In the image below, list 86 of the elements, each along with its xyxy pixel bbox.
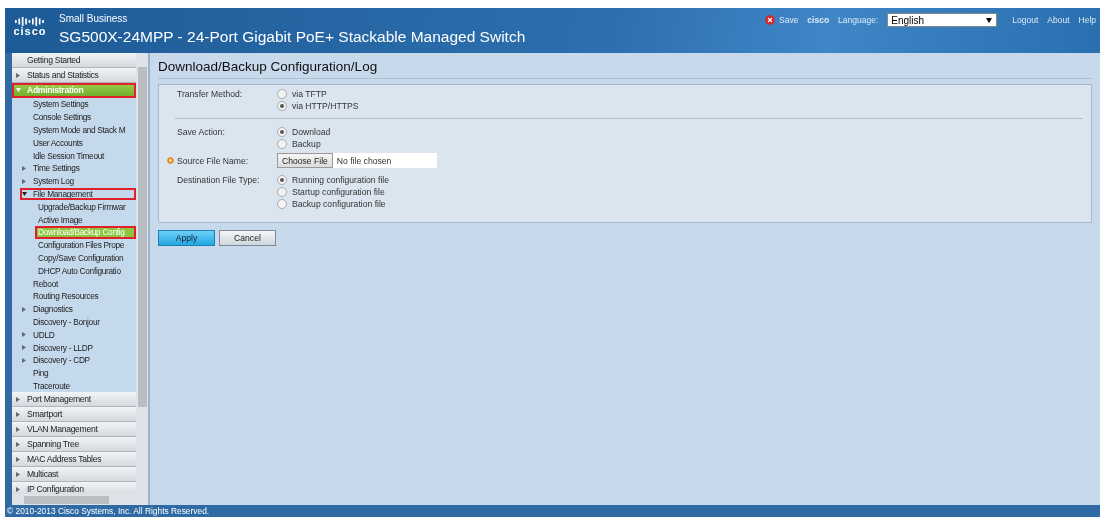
menu-section[interactable]: MAC Address Tables: [12, 452, 136, 468]
menu-item[interactable]: Traceroute: [20, 379, 136, 393]
menu-item[interactable]: User Accounts: [20, 136, 136, 150]
menu-item[interactable]: Routing Resources: [20, 289, 136, 303]
caret-right-icon[interactable]: [22, 306, 26, 312]
menu-item[interactable]: DHCP Auto Configuratio: [35, 264, 136, 278]
menu-section[interactable]: VLAN Management: [12, 422, 136, 438]
menu-section[interactable]: Status and Statistics: [12, 68, 136, 83]
menu-section[interactable]: Spanning Tree: [12, 437, 136, 453]
radio-label: via TFTP: [292, 89, 327, 99]
save-link[interactable]: Save: [779, 15, 799, 25]
radio-label: Running configuration file: [292, 175, 389, 185]
menu-section[interactable]: IP Configuration: [12, 482, 136, 494]
radio-label: Startup configuration file: [292, 187, 385, 197]
error-icon[interactable]: [765, 15, 775, 25]
field-label: Destination File Type:: [177, 175, 260, 185]
menu-item[interactable]: Time Settings: [20, 162, 136, 175]
menu-item[interactable]: Console Settings: [20, 110, 136, 124]
menu-item[interactable]: System Log: [20, 174, 136, 188]
radio-button[interactable]: [277, 187, 287, 197]
caret-right-icon[interactable]: [22, 178, 26, 184]
menu-item[interactable]: Reboot: [20, 277, 136, 290]
menu-item[interactable]: Configuration Files Prope: [35, 238, 136, 252]
caret-right-icon[interactable]: [16, 396, 20, 402]
menu-item[interactable]: UDLD: [20, 328, 136, 342]
caret-right-icon[interactable]: [16, 441, 20, 447]
menu-item[interactable]: Ping: [20, 366, 136, 380]
file-field[interactable]: Choose File No file chosen: [277, 153, 437, 168]
menu-item[interactable]: System Mode and Stack M: [20, 123, 136, 137]
menu-item[interactable]: Diagnostics: [20, 302, 136, 316]
caret-right-icon[interactable]: [22, 165, 26, 171]
page-title: Download/Backup Configuration/Log: [158, 53, 1092, 79]
device-title: SG500X-24MPP - 24-Port Gigabit PoE+ Stackable Managed Switch: [59, 27, 526, 47]
menu-item[interactable]: Copy/Save Configuration: [35, 251, 136, 265]
scrollbar[interactable]: [136, 53, 148, 494]
header-link[interactable]: Logout: [1012, 15, 1039, 25]
radio-button[interactable]: [277, 199, 287, 209]
radio-button[interactable]: [277, 127, 287, 137]
radio-button[interactable]: [277, 101, 287, 111]
header-link[interactable]: Help: [1078, 15, 1096, 25]
radio-label: Download: [292, 127, 331, 137]
caret-right-icon[interactable]: [16, 471, 20, 477]
apply-button[interactable]: Apply: [158, 230, 215, 246]
caret-right-icon[interactable]: [22, 345, 26, 351]
field-label: Save Action:: [177, 127, 225, 137]
field-label: Transfer Method:: [177, 89, 243, 99]
caret-down-icon: [986, 17, 993, 23]
radio-label: via HTTP/HTTPS: [292, 101, 359, 111]
caret-right-icon[interactable]: [16, 411, 20, 417]
menu-item[interactable]: Discovery - Bonjour: [20, 315, 136, 329]
language-select[interactable]: English: [887, 13, 998, 27]
header-link[interactable]: About: [1047, 15, 1070, 25]
radio-label: Backup: [292, 139, 321, 149]
user-name: cisco: [807, 15, 830, 25]
menu-section[interactable]: Multicast: [12, 467, 136, 483]
menu-section[interactable]: Getting Started: [12, 53, 136, 68]
logo-text: cisco: [13, 26, 47, 37]
radio-label: Backup configuration file: [292, 199, 386, 209]
language-label: Language:: [838, 15, 879, 25]
menu-item[interactable]: Active Image: [35, 213, 136, 226]
field-label: Source File Name:: [177, 156, 249, 166]
radio-button[interactable]: [277, 175, 287, 185]
menu-item[interactable]: Idle Session Timeout: [20, 149, 136, 162]
caret-right-icon[interactable]: [16, 426, 20, 432]
caret-down-icon[interactable]: [22, 191, 27, 196]
caret-right-icon[interactable]: [16, 486, 20, 492]
menu-item[interactable]: System Settings: [20, 98, 136, 111]
menu-item[interactable]: Upgrade/Backup Firmwar: [35, 200, 136, 214]
product-line: Small Business: [59, 13, 129, 25]
caret-right-icon[interactable]: [16, 456, 20, 462]
menu-item[interactable]: Discovery - LLDP: [20, 341, 136, 354]
menu-item[interactable]: Discovery - CDP: [20, 353, 136, 367]
cancel-button[interactable]: Cancel: [219, 230, 276, 246]
file-name: No file chosen: [335, 155, 392, 166]
copyright-text: © 2010-2013 Cisco Systems, Inc. All Rights Reserved.: [6, 505, 211, 517]
caret-right-icon[interactable]: [22, 357, 26, 363]
caret-right-icon[interactable]: [22, 332, 26, 338]
menu-item[interactable]: File Management: [20, 187, 136, 201]
radio-button[interactable]: [277, 89, 287, 99]
menu-section[interactable]: Port Management: [12, 392, 136, 408]
caret-right-icon[interactable]: [16, 72, 20, 78]
logo-bars-icon: [15, 16, 45, 26]
choose-file-button[interactable]: Choose File: [277, 153, 333, 168]
horizontal-scrollbar[interactable]: [12, 494, 148, 505]
radio-button[interactable]: [277, 139, 287, 149]
menu-section[interactable]: Smartport: [12, 407, 136, 423]
